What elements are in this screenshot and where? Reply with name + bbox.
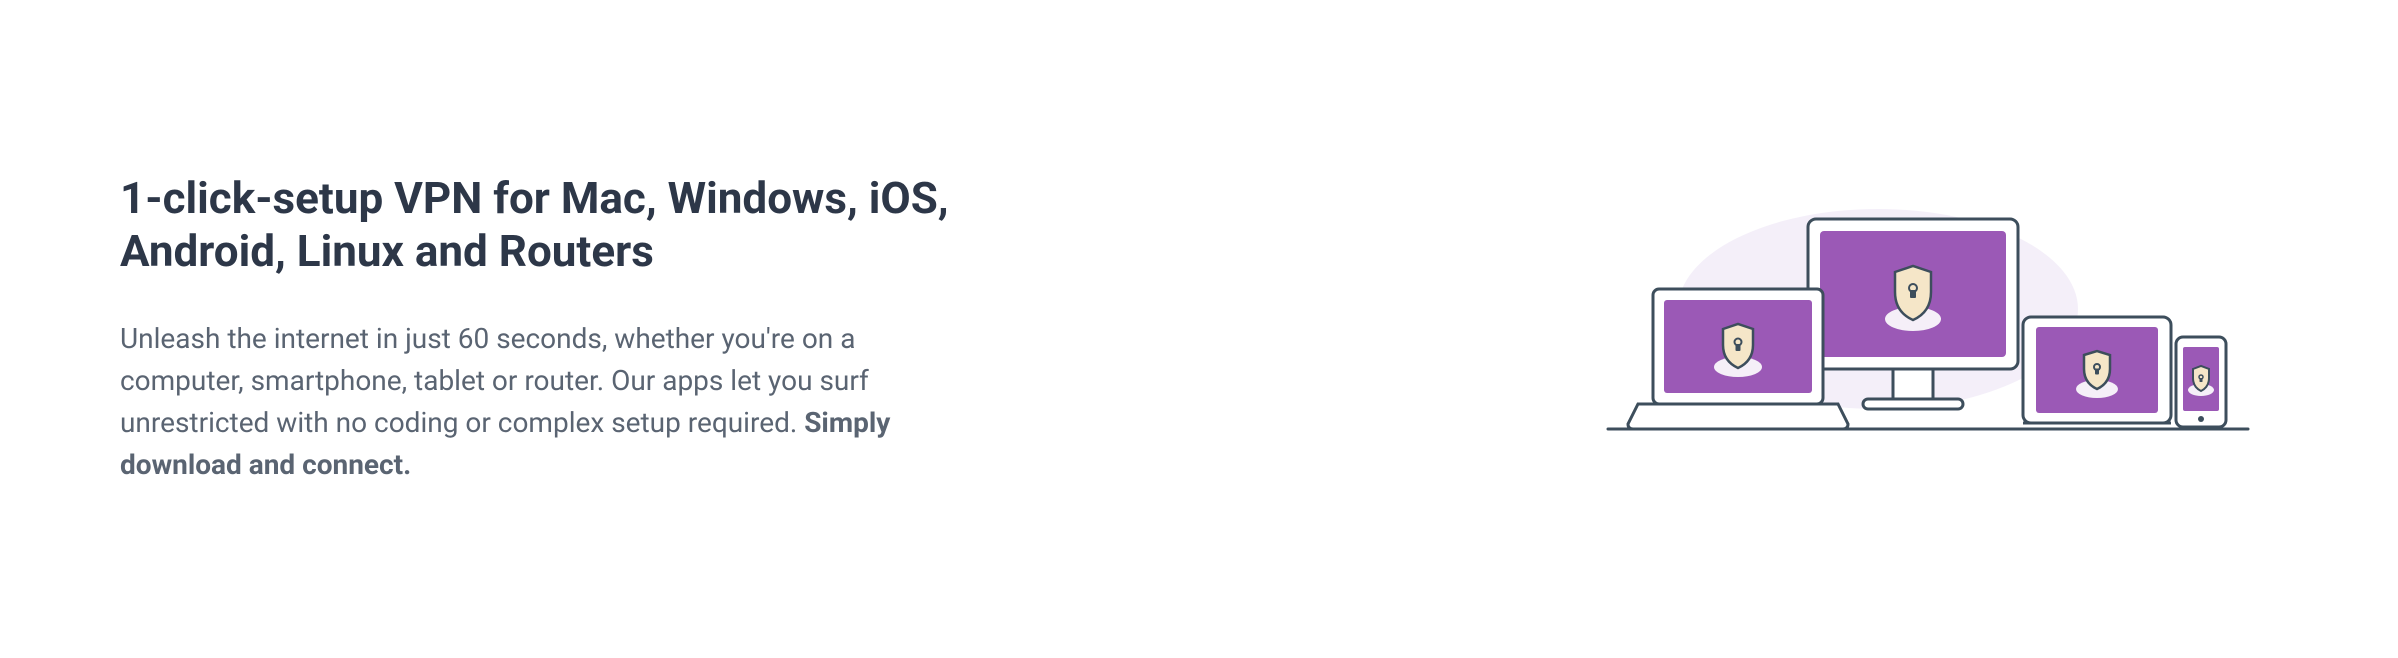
description-text: Unleash the internet in just 60 seconds,… — [120, 322, 869, 439]
feature-text-block: 1-click-setup VPN for Mac, Windows, iOS,… — [120, 172, 1020, 486]
phone-device-icon — [2176, 337, 2226, 427]
devices-svg — [1578, 189, 2278, 469]
tablet-device-icon — [2023, 317, 2171, 423]
laptop-device-icon — [1628, 289, 1848, 429]
feature-description: Unleash the internet in just 60 seconds,… — [120, 318, 970, 486]
feature-heading: 1-click-setup VPN for Mac, Windows, iOS,… — [120, 172, 1020, 278]
devices-illustration — [1578, 189, 2278, 469]
